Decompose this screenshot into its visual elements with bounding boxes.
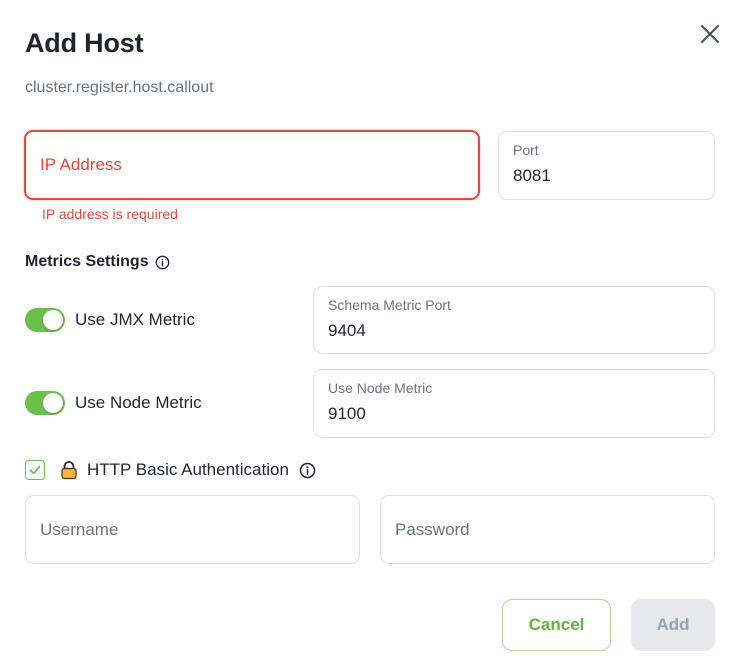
http-basic-auth-row: HTTP Basic Authentication xyxy=(25,460,316,480)
cancel-button[interactable]: Cancel xyxy=(502,599,611,651)
toggle-knob xyxy=(43,310,63,330)
metrics-settings-heading: Metrics Settings xyxy=(25,253,170,271)
check-icon xyxy=(29,465,41,475)
toggle-knob xyxy=(43,393,63,413)
node-metric-label: Use Node Metric xyxy=(75,393,202,412)
add-button[interactable]: Add xyxy=(631,599,715,651)
http-basic-auth-label: HTTP Basic Authentication xyxy=(87,460,289,479)
dialog-title: Add Host xyxy=(25,28,144,58)
info-icon[interactable] xyxy=(155,255,170,270)
jmx-metric-toggle[interactable] xyxy=(25,308,65,332)
schema-metric-port-value: 9404 xyxy=(328,321,366,340)
port-label: Port xyxy=(513,142,539,158)
dialog-subtitle: cluster.register.host.callout xyxy=(25,79,214,96)
metrics-settings-label: Metrics Settings xyxy=(25,253,149,270)
info-icon[interactable] xyxy=(299,462,316,479)
jmx-metric-label: Use JMX Metric xyxy=(75,310,195,329)
node-metric-toggle[interactable] xyxy=(25,391,65,415)
close-button[interactable] xyxy=(696,20,724,48)
node-metric-port-value: 9100 xyxy=(328,404,366,423)
jmx-metric-row: Use JMX Metric xyxy=(25,308,195,332)
username-placeholder: Username xyxy=(40,519,119,539)
password-input[interactable]: Password xyxy=(380,495,715,564)
close-icon xyxy=(700,24,720,44)
lock-icon xyxy=(61,461,77,480)
ip-address-placeholder: IP Address xyxy=(40,155,122,174)
node-metric-port-label: Use Node Metric xyxy=(328,380,433,396)
password-placeholder: Password xyxy=(395,519,470,539)
node-metric-port-input[interactable]: Use Node Metric 9100 xyxy=(313,369,715,438)
schema-metric-port-label: Schema Metric Port xyxy=(328,297,451,313)
ip-address-input[interactable]: IP Address xyxy=(24,130,480,200)
port-input[interactable]: Port 8081 xyxy=(498,131,715,200)
http-basic-auth-checkbox[interactable] xyxy=(25,460,45,480)
node-metric-row: Use Node Metric xyxy=(25,391,202,415)
username-input[interactable]: Username xyxy=(25,495,360,564)
ip-address-error: IP address is required xyxy=(42,206,178,222)
add-host-dialog: Add Host cluster.register.host.callout I… xyxy=(0,0,744,664)
schema-metric-port-input[interactable]: Schema Metric Port 9404 xyxy=(313,286,715,354)
port-value: 8081 xyxy=(513,166,551,185)
